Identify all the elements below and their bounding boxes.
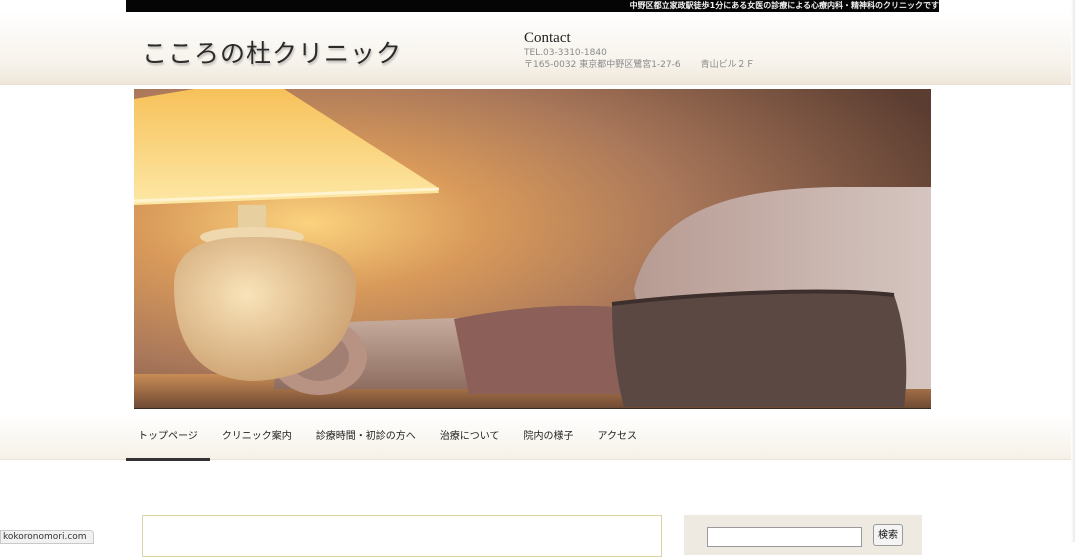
nav-item-treatment[interactable]: 治療について xyxy=(428,415,512,459)
nav-item-access[interactable]: アクセス xyxy=(586,415,650,459)
nav-list: トップページ クリニック案内 診療時間・初診の方へ 治療について 院内の様子 ア… xyxy=(126,415,650,461)
contact-info: Contact TEL.03-3310-1840 〒165-0032 東京都中野… xyxy=(524,29,755,71)
top-tagline-bar: 中野区都立家政駅徒歩1分にある女医の診療による心療内科・精神科のクリニックです xyxy=(126,0,939,12)
site-title-logo[interactable]: こころの杜クリニック xyxy=(142,34,402,70)
lamp-and-sofa-illustration xyxy=(134,89,931,408)
contact-heading: Contact xyxy=(524,30,571,46)
address-text: 〒165-0032 東京都中野区鷺宮1-27-6 xyxy=(524,60,681,70)
search-button[interactable]: 検索 xyxy=(873,524,903,546)
nav-item-top-page[interactable]: トップページ xyxy=(126,415,210,461)
tagline-text: 中野区都立家政駅徒歩1分にある女医の診療による心療内科・精神科のクリニックです xyxy=(629,1,939,10)
hero-image xyxy=(134,89,931,409)
nav-item-clinic-interior[interactable]: 院内の様子 xyxy=(512,415,586,459)
nav-item-clinic-info[interactable]: クリニック案内 xyxy=(210,415,304,459)
nav-item-hours-first-visit[interactable]: 診療時間・初診の方へ xyxy=(304,415,428,459)
main-content-box xyxy=(142,515,662,557)
contact-tel: TEL.03-3310-1840 xyxy=(524,48,607,58)
contact-address: 〒165-0032 東京都中野区鷺宮1-27-6 青山ビル２Ｆ xyxy=(524,59,755,71)
window-scroll-edge xyxy=(1071,0,1075,542)
main-navigation: トップページ クリニック案内 診療時間・初診の方へ 治療について 院内の様子 ア… xyxy=(0,415,1075,461)
building-text: 青山ビル２Ｆ xyxy=(700,60,755,70)
site-header: こころの杜クリニック Contact TEL.03-3310-1840 〒165… xyxy=(0,12,1075,85)
search-input[interactable] xyxy=(707,527,862,547)
